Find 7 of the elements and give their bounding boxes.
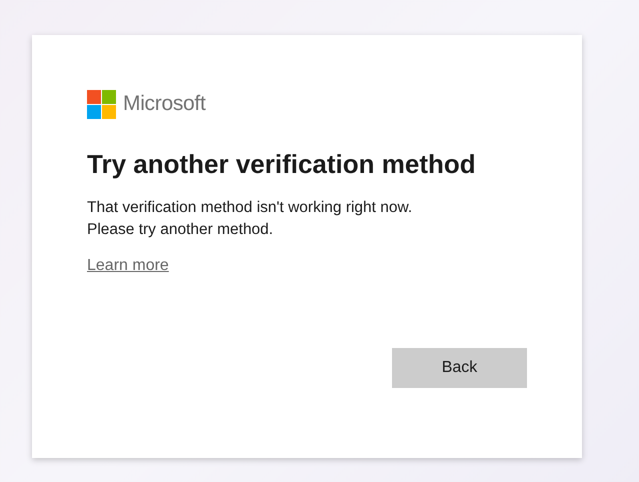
- logo-text: Microsoft: [123, 92, 206, 116]
- back-button[interactable]: Back: [392, 348, 527, 388]
- logo-icon: [87, 90, 116, 118]
- dialog-title: Try another verification method: [87, 148, 477, 181]
- message-text: That verification method isn't working right now.: [87, 198, 414, 218]
- message-text: Please try another method.: [87, 220, 274, 240]
- learn-more-link[interactable]: Learn more: [87, 257, 169, 275]
